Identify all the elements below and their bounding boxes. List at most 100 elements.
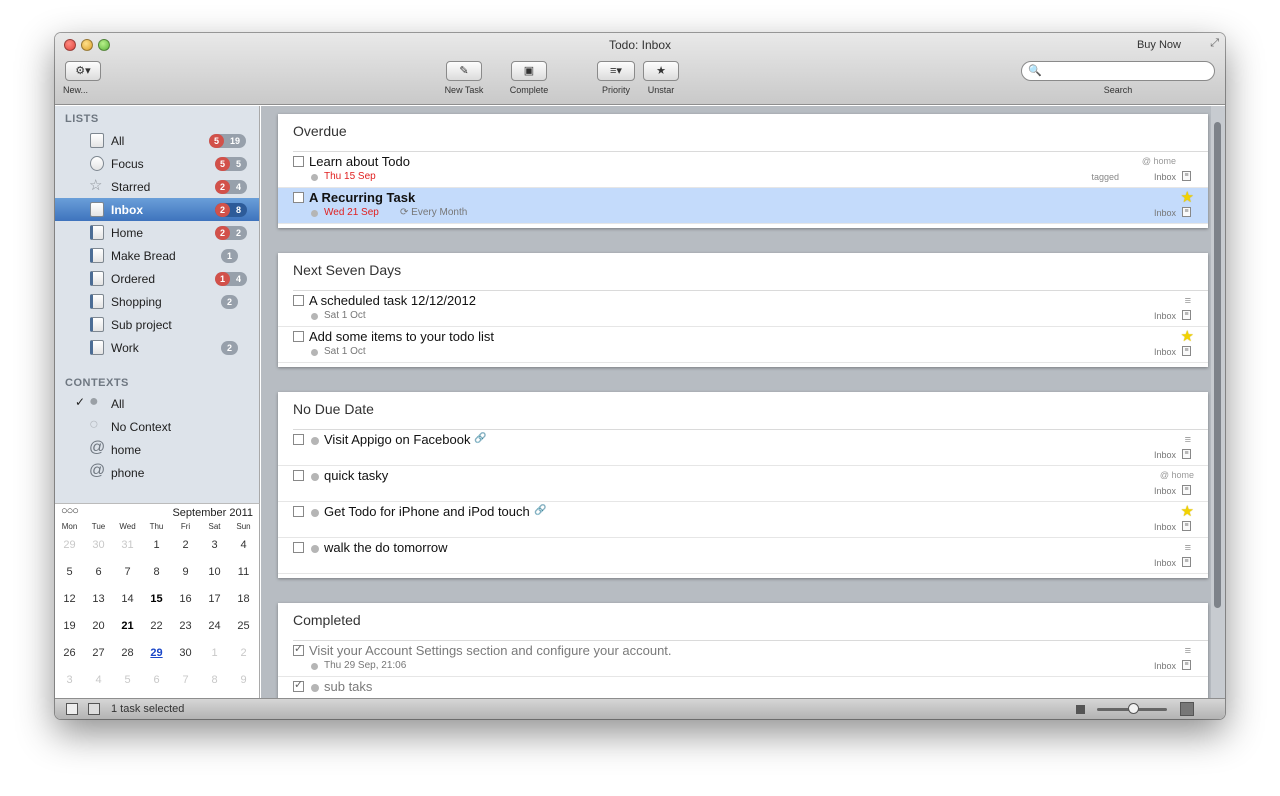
note-icon[interactable]: ≡ [1182,310,1191,320]
calendar-day[interactable]: 24 [200,620,229,632]
context-item-no-context[interactable]: ○ No Context [55,415,259,438]
calendar-day[interactable]: 8 [142,566,171,578]
sidebar-item-starred[interactable]: ☆ Starred 24 [55,175,259,198]
fullscreen-icon[interactable]: ⤢ [1210,37,1219,50]
context-item-all[interactable]: ✓ ● All [55,392,259,415]
task-title[interactable]: sub taks [324,679,372,694]
calendar-day[interactable]: 28 [113,647,142,659]
calendar-day[interactable]: 22 [142,620,171,632]
link-icon[interactable]: 🔗 [474,433,486,444]
calendar-day[interactable]: 10 [200,566,229,578]
task-row[interactable]: A scheduled task 12/12/2012 Sat 1 Oct Inbo… [278,291,1208,327]
info-icon[interactable] [88,703,100,715]
new-task-button[interactable]: ✎ [446,61,482,81]
calendar-day[interactable]: 19 [55,620,84,632]
star-icon[interactable]: ★ [1181,188,1194,206]
task-checkbox[interactable] [293,506,304,517]
task-row[interactable]: quick tasky @ home Inbox ≡ [278,466,1208,502]
task-row[interactable]: ✓ Visit your Account Settings section and… [278,641,1208,677]
sidebar-item-focus[interactable]: Focus 55 [55,152,259,175]
context-item-phone[interactable]: @ phone [55,461,259,484]
sidebar-item-sub-project[interactable]: Sub project [55,313,259,336]
note-icon[interactable]: ≡ [1182,207,1191,217]
calendar-day[interactable]: 20 [84,620,113,632]
subtask-icon[interactable]: ≡ [1185,645,1191,657]
task-row[interactable]: walk the do tomorrow Inbox ≡ ≡ [278,538,1208,574]
task-title[interactable]: Add some items to your todo list [309,329,494,344]
sidebar-item-make-bread[interactable]: Make Bread 1 [55,244,259,267]
calendar-day[interactable]: 7 [113,566,142,578]
calendar-day[interactable]: 26 [55,647,84,659]
priority-button[interactable]: ≡▾ [597,61,635,81]
calendar-day[interactable]: 21 [113,620,142,632]
task-checkbox[interactable] [293,156,304,167]
calendar-day[interactable]: 4 [229,539,258,551]
calendar-day[interactable]: 4 [84,674,113,686]
search-input[interactable]: 🔍 [1021,61,1215,81]
new-menu-button[interactable]: ⚙▾ [65,61,101,81]
sidebar-item-work[interactable]: Work 2 [55,336,259,359]
calendar-day[interactable]: 1 [200,647,229,659]
calendar-day[interactable]: 30 [171,647,200,659]
task-row[interactable]: Add some items to your todo list Sat 1 Oc… [278,327,1208,363]
calendar-day[interactable]: 12 [55,593,84,605]
task-title[interactable]: A Recurring Task [309,190,415,205]
calendar-day[interactable]: 1 [142,539,171,551]
calendar-day[interactable]: 9 [229,674,258,686]
unstar-button[interactable]: ★ [643,61,679,81]
note-icon[interactable]: ≡ [1182,346,1191,356]
calendar-day[interactable]: 17 [200,593,229,605]
note-icon[interactable]: ≡ [1182,521,1191,531]
link-icon[interactable]: 🔗 [534,505,546,516]
calendar-day[interactable]: 16 [171,593,200,605]
subtask-icon[interactable]: ≡ [1185,295,1191,307]
note-icon[interactable]: ≡ [1182,557,1191,567]
calendar-day[interactable]: 2 [229,647,258,659]
context-item-home[interactable]: @ home [55,438,259,461]
calendar-day[interactable]: 5 [113,674,142,686]
subtask-icon[interactable]: ≡ [1185,542,1191,554]
calendar-day[interactable]: 30 [84,539,113,551]
star-icon[interactable]: ★ [1181,502,1194,520]
task-checkbox[interactable] [293,470,304,481]
calendar-day[interactable]: 8 [200,674,229,686]
task-title[interactable]: Get Todo for iPhone and iPod touch [324,504,530,519]
calendar-day[interactable]: 13 [84,593,113,605]
vertical-scrollbar[interactable] [1211,106,1225,698]
task-row[interactable]: Get Todo for iPhone and iPod touch 🔗 Inbox… [278,502,1208,538]
calendar-day[interactable]: 7 [171,674,200,686]
task-title[interactable]: walk the do tomorrow [324,540,448,555]
task-row[interactable]: Visit Appigo on Facebook 🔗 Inbox ≡ ≡ [278,430,1208,466]
task-checkbox[interactable] [293,434,304,445]
calendar-day[interactable]: 2 [171,539,200,551]
calendar-day[interactable]: 18 [229,593,258,605]
task-row[interactable]: A Recurring Task Wed 21 Sep ⟳ Every Month I… [278,188,1208,224]
note-icon[interactable]: ≡ [1182,449,1191,459]
calendar-day[interactable]: 3 [55,674,84,686]
task-title[interactable]: Learn about Todo [309,154,410,169]
zoom-slider-knob[interactable] [1128,703,1139,714]
calendar-day[interactable]: 31 [113,539,142,551]
calendar-day[interactable]: 6 [84,566,113,578]
calendar-day[interactable]: 5 [55,566,84,578]
task-row[interactable]: Learn about Todo Thu 15 Sep @ home tagged In… [278,152,1208,188]
note-icon[interactable]: ≡ [1182,171,1191,181]
task-title[interactable]: Visit Appigo on Facebook [324,432,470,447]
task-title[interactable]: quick tasky [324,468,388,483]
sidebar-item-all[interactable]: All 5 19 [55,129,259,152]
calendar-day[interactable]: 14 [113,593,142,605]
calendar-day[interactable]: 23 [171,620,200,632]
calendar-day[interactable]: 29 [142,647,171,659]
note-icon[interactable]: ≡ [1182,485,1191,495]
task-checkbox[interactable] [293,295,304,306]
subtask-icon[interactable]: ≡ [1185,434,1191,446]
sidebar-item-shopping[interactable]: Shopping 2 [55,290,259,313]
calendar-day[interactable]: 3 [200,539,229,551]
complete-button[interactable]: ▣ [511,61,547,81]
calendar-day[interactable]: 27 [84,647,113,659]
add-list-icon[interactable] [66,703,78,715]
task-title[interactable]: A scheduled task 12/12/2012 [309,293,476,308]
sidebar-item-home[interactable]: Home 22 [55,221,259,244]
calendar-day[interactable]: 9 [171,566,200,578]
sidebar-item-inbox[interactable]: Inbox 28 [55,198,259,221]
